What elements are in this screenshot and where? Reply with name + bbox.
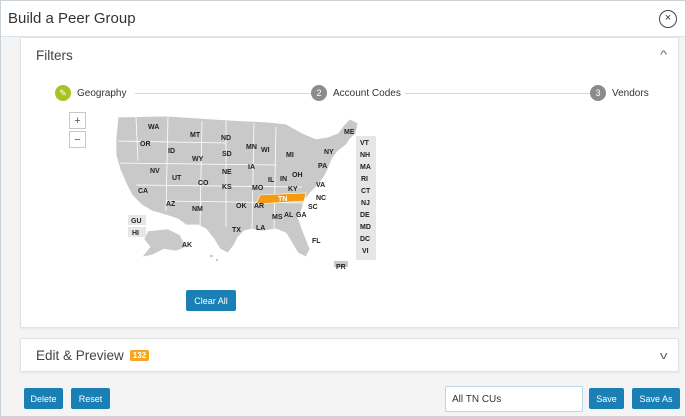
- state-label: MI: [286, 152, 294, 159]
- step-label: Account Codes: [333, 87, 401, 99]
- state-label: PR: [336, 264, 346, 271]
- state-hi-dot[interactable]: [210, 255, 213, 257]
- state-label: OH: [292, 172, 303, 179]
- territory-boxes[interactable]: GU HI: [128, 215, 146, 237]
- edit-preview-title: Edit & Preview: [36, 348, 124, 363]
- state-label: TN: [278, 196, 287, 203]
- small-state-label: CT: [361, 188, 371, 195]
- state-label: AZ: [166, 201, 176, 208]
- chevron-down-icon[interactable]: v: [659, 350, 667, 362]
- step-account-codes[interactable]: 2 Account Codes: [311, 85, 405, 101]
- state-label: AL: [284, 212, 294, 219]
- state-label: TX: [232, 227, 241, 234]
- step-geography[interactable]: ✎ Geography: [55, 85, 131, 101]
- state-ak[interactable]: [141, 228, 187, 258]
- state-label: NY: [324, 149, 334, 156]
- us-state-map[interactable]: WA OR ID MT WY ND SD MN WI NV UT CO NE I…: [106, 111, 396, 276]
- state-label: MO: [252, 185, 264, 192]
- state-label: AK: [182, 242, 192, 249]
- small-state-label: NJ: [361, 200, 370, 207]
- wizard-steps: ✎ Geography 2 Account Codes 3 Vendors: [55, 85, 653, 101]
- small-state-label: VI: [362, 248, 369, 255]
- pencil-icon: ✎: [55, 85, 71, 101]
- small-state-label: NH: [360, 152, 370, 159]
- territory-label: GU: [131, 218, 142, 225]
- chevron-up-icon[interactable]: ^: [660, 49, 667, 61]
- state-label: VA: [316, 182, 325, 189]
- state-label: WA: [148, 124, 159, 131]
- reset-button[interactable]: Reset: [71, 388, 110, 409]
- state-label: UT: [172, 175, 182, 182]
- step-connector: [405, 93, 603, 94]
- state-label: LA: [256, 225, 265, 232]
- small-state-label: DC: [360, 236, 370, 243]
- state-label: MS: [272, 214, 283, 221]
- state-label: CA: [138, 188, 148, 195]
- state-label: OR: [140, 141, 151, 148]
- step-connector: [135, 93, 315, 94]
- small-state-boxes[interactable]: VT NH MA RI CT NJ DE MD DC VI: [356, 136, 376, 260]
- state-label: KS: [222, 184, 232, 191]
- state-label: ID: [168, 148, 175, 155]
- state-hi-dot[interactable]: [216, 259, 218, 261]
- small-state-label: MA: [360, 164, 371, 171]
- state-label: WI: [261, 147, 270, 154]
- edit-preview-header[interactable]: Edit & Preview 132 v: [21, 339, 678, 373]
- edit-preview-title-wrap: Edit & Preview 132: [36, 347, 150, 365]
- state-label: NE: [222, 169, 232, 176]
- small-state-label: RI: [361, 176, 368, 183]
- save-as-button[interactable]: Save As: [632, 388, 680, 409]
- modal-title: Build a Peer Group: [8, 10, 136, 27]
- state-label: SD: [222, 151, 232, 158]
- step-label: Vendors: [612, 87, 649, 99]
- state-label: NV: [150, 168, 160, 175]
- step-label: Geography: [77, 87, 127, 99]
- state-label: MN: [246, 144, 257, 151]
- state-label: OK: [236, 203, 247, 210]
- peer-group-name-input[interactable]: [445, 386, 583, 412]
- state-label: MT: [190, 132, 201, 139]
- step-vendors[interactable]: 3 Vendors: [590, 85, 653, 101]
- count-badge: 132: [129, 350, 150, 362]
- state-label: PA: [318, 163, 327, 170]
- state-label: ME: [344, 129, 355, 136]
- step-number: 3: [590, 85, 606, 101]
- state-label: ND: [221, 135, 231, 142]
- filters-title: Filters: [36, 47, 73, 63]
- small-state-label: VT: [360, 140, 370, 147]
- territory-label: HI: [132, 230, 139, 237]
- state-label: NM: [192, 206, 203, 213]
- delete-button[interactable]: Delete: [24, 388, 63, 409]
- state-label: NC: [316, 195, 326, 202]
- state-label: KY: [288, 186, 298, 193]
- small-state-label: DE: [360, 212, 370, 219]
- clear-all-button[interactable]: Clear All: [186, 290, 236, 311]
- state-label: AR: [254, 203, 264, 210]
- state-label: WY: [192, 156, 204, 163]
- small-state-label: MD: [360, 224, 371, 231]
- edit-preview-panel: Edit & Preview 132 v: [20, 338, 679, 372]
- filters-header[interactable]: Filters ^: [21, 38, 678, 72]
- step-number: 2: [311, 85, 327, 101]
- state-label: IA: [248, 164, 255, 171]
- save-button[interactable]: Save: [589, 388, 624, 409]
- peer-group-modal: Build a Peer Group × Filters ^ ✎ Geograp…: [0, 0, 686, 417]
- state-label: GA: [296, 212, 307, 219]
- zoom-out-button[interactable]: −: [69, 131, 86, 148]
- state-label: IL: [268, 177, 275, 184]
- zoom-in-button[interactable]: +: [69, 112, 86, 129]
- close-icon[interactable]: ×: [659, 9, 677, 28]
- modal-header: Build a Peer Group ×: [1, 1, 685, 37]
- state-label: CO: [198, 180, 209, 187]
- state-label: SC: [308, 204, 318, 211]
- state-label: FL: [312, 238, 321, 245]
- state-label: IN: [280, 176, 287, 183]
